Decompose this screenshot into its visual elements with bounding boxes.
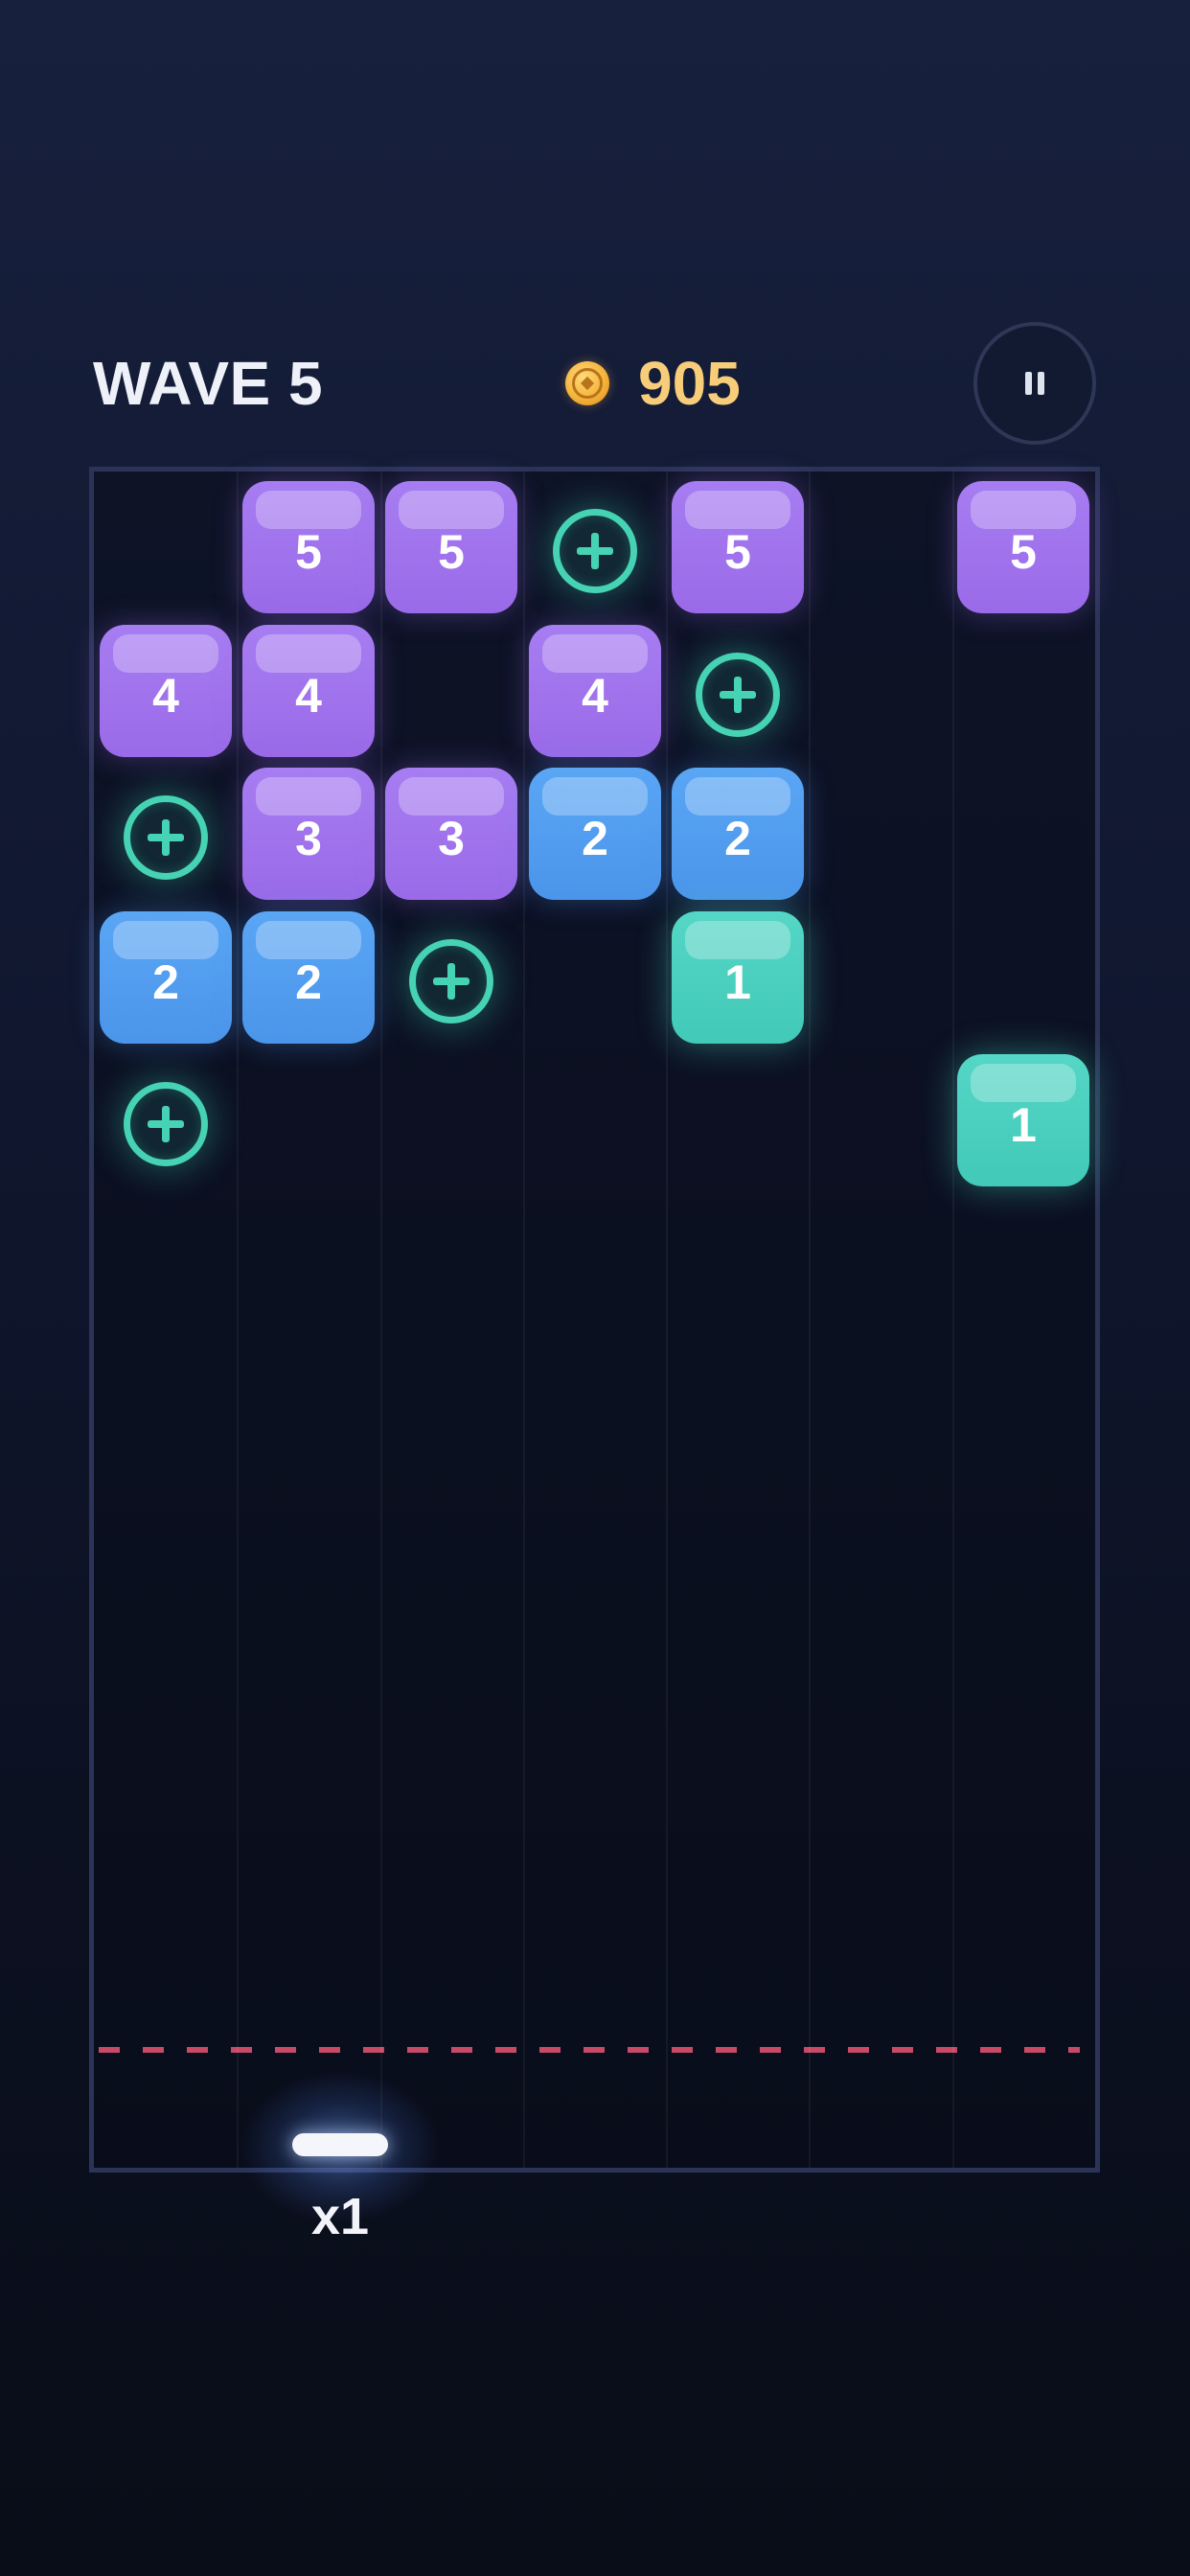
block-highlight [542,777,648,816]
number-block: 2 [242,911,375,1044]
number-block: 4 [100,625,232,757]
block-highlight [399,777,504,816]
number-block: 5 [242,481,375,613]
block-value: 2 [582,812,608,865]
coin-counter: 905 [565,347,741,420]
plus-ball-icon [124,1082,208,1166]
number-block: 2 [672,768,804,900]
plus-ball-icon [553,509,637,593]
block-highlight [113,634,218,673]
block-highlight [542,634,648,673]
block-highlight [399,491,504,529]
number-block: 3 [242,768,375,900]
plus-ball-icon [409,939,493,1024]
block-value: 3 [295,812,322,865]
block-value: 5 [438,525,465,579]
coin-count: 905 [638,349,741,418]
coin-icon [565,361,609,405]
ball-count: x1 [310,2188,370,2245]
column-divider [237,472,239,2168]
number-block: 5 [385,481,517,613]
pause-icon [1025,372,1044,395]
block-highlight [971,491,1076,529]
column-divider [523,472,525,2168]
pause-button[interactable] [973,322,1096,445]
block-highlight [256,491,361,529]
number-block: 1 [957,1054,1089,1186]
block-value: 5 [1010,525,1037,579]
number-block: 5 [957,481,1089,613]
number-block: 2 [100,911,232,1044]
column-divider [380,472,382,2168]
ball-launcher[interactable] [292,2133,388,2156]
column-divider [809,472,811,2168]
block-value: 2 [295,955,322,1009]
number-block: 1 [672,911,804,1044]
number-block: 5 [672,481,804,613]
block-value: 1 [1010,1098,1037,1152]
danger-line [99,2047,1080,2053]
plus-ball-icon [124,795,208,880]
plus-ball-icon [696,653,780,737]
block-value: 2 [724,812,751,865]
block-value: 4 [582,669,608,723]
block-highlight [256,921,361,959]
block-highlight [256,777,361,816]
column-divider [666,472,668,2168]
block-value: 3 [438,812,465,865]
block-highlight [685,921,790,959]
block-value: 5 [724,525,751,579]
block-highlight [113,921,218,959]
block-highlight [256,634,361,673]
block-highlight [685,777,790,816]
block-value: 4 [295,669,322,723]
number-block: 4 [529,625,661,757]
block-highlight [971,1064,1076,1102]
block-value: 4 [152,669,179,723]
block-value: 1 [724,955,751,1009]
number-block: 3 [385,768,517,900]
number-block: 4 [242,625,375,757]
number-block: 2 [529,768,661,900]
wave-label: WAVE 5 [93,349,324,418]
block-highlight [685,491,790,529]
block-value: 2 [152,955,179,1009]
game-board[interactable]: 5 5 5 5 4 4 4 3 3 2 2 2 2 1 1 [89,467,1100,2173]
column-divider [952,472,954,2168]
block-value: 5 [295,525,322,579]
